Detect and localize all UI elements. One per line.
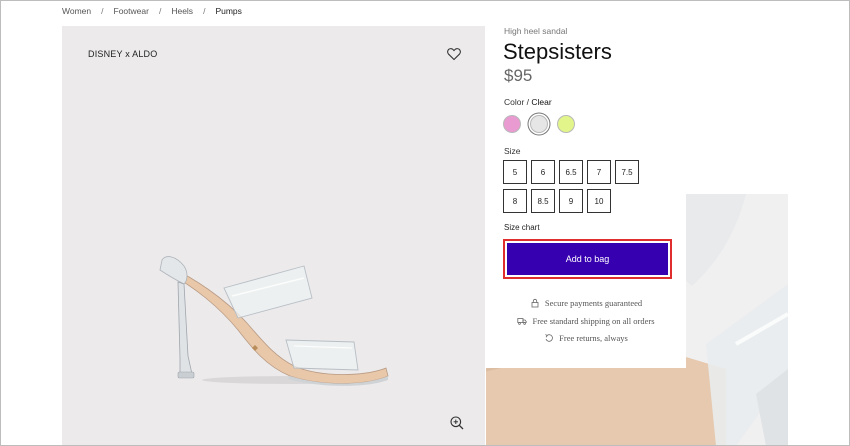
perk-text: Free standard shipping on all orders bbox=[532, 316, 655, 326]
product-title: Stepsisters bbox=[503, 39, 612, 64]
perk-text: Free returns, always bbox=[559, 333, 628, 343]
size-label: Size bbox=[504, 146, 521, 156]
selected-color: Clear bbox=[531, 97, 552, 107]
size-option[interactable]: 6.5 bbox=[559, 160, 583, 184]
color-swatch-lime[interactable] bbox=[557, 115, 575, 133]
color-swatch-pink[interactable] bbox=[503, 115, 521, 133]
lock-icon bbox=[531, 298, 539, 308]
size-option[interactable]: 6 bbox=[531, 160, 555, 184]
perk-secure-payments: Secure payments guaranteed bbox=[486, 298, 686, 308]
size-option[interactable]: 8 bbox=[503, 189, 527, 213]
add-to-bag-button[interactable]: Add to bag bbox=[507, 243, 668, 275]
product-subtitle: High heel sandal bbox=[504, 26, 568, 36]
size-option[interactable]: 5 bbox=[503, 160, 527, 184]
color-swatches bbox=[503, 115, 575, 133]
color-swatch-clear[interactable] bbox=[530, 115, 548, 133]
breadcrumb-separator: / bbox=[101, 6, 104, 16]
return-icon bbox=[545, 334, 553, 342]
breadcrumb-women[interactable]: Women bbox=[62, 6, 91, 16]
perk-text: Secure payments guaranteed bbox=[544, 298, 643, 308]
product-image-gallery[interactable]: DISNEY x ALDO bbox=[62, 26, 485, 446]
add-to-bag-highlight: Add to bag bbox=[503, 239, 672, 279]
zoom-in-icon[interactable] bbox=[449, 415, 465, 431]
perk-free-returns: Free returns, always bbox=[486, 333, 686, 343]
size-option[interactable]: 7 bbox=[587, 160, 611, 184]
size-options: 5 6 6.5 7 7.5 8 8.5 9 10 bbox=[503, 160, 643, 213]
size-option[interactable]: 8.5 bbox=[531, 189, 555, 213]
product-info-panel: High heel sandal Stepsisters $95 Color /… bbox=[486, 26, 686, 368]
breadcrumb-separator: / bbox=[158, 6, 162, 16]
color-label: Color / Clear bbox=[504, 97, 552, 107]
size-option[interactable]: 9 bbox=[559, 189, 583, 213]
shoe-image bbox=[159, 256, 389, 386]
brand-label: DISNEY x ALDO bbox=[88, 49, 158, 59]
breadcrumb-heels[interactable]: Heels bbox=[171, 6, 193, 16]
truck-icon bbox=[517, 318, 528, 325]
size-option[interactable]: 7.5 bbox=[615, 160, 639, 184]
breadcrumb-separator: / bbox=[203, 6, 206, 16]
size-chart-link[interactable]: Size chart bbox=[504, 223, 540, 232]
heart-icon[interactable] bbox=[446, 46, 462, 62]
size-option[interactable]: 10 bbox=[587, 189, 611, 213]
breadcrumb-pumps[interactable]: Pumps bbox=[215, 6, 241, 16]
breadcrumb-footwear[interactable]: Footwear bbox=[114, 6, 149, 16]
product-price: $95 bbox=[504, 66, 533, 85]
breadcrumb: Women / Footwear / Heels / Pumps bbox=[62, 4, 242, 18]
perk-free-shipping: Free standard shipping on all orders bbox=[486, 316, 686, 326]
color-label-text: Color bbox=[504, 97, 525, 107]
